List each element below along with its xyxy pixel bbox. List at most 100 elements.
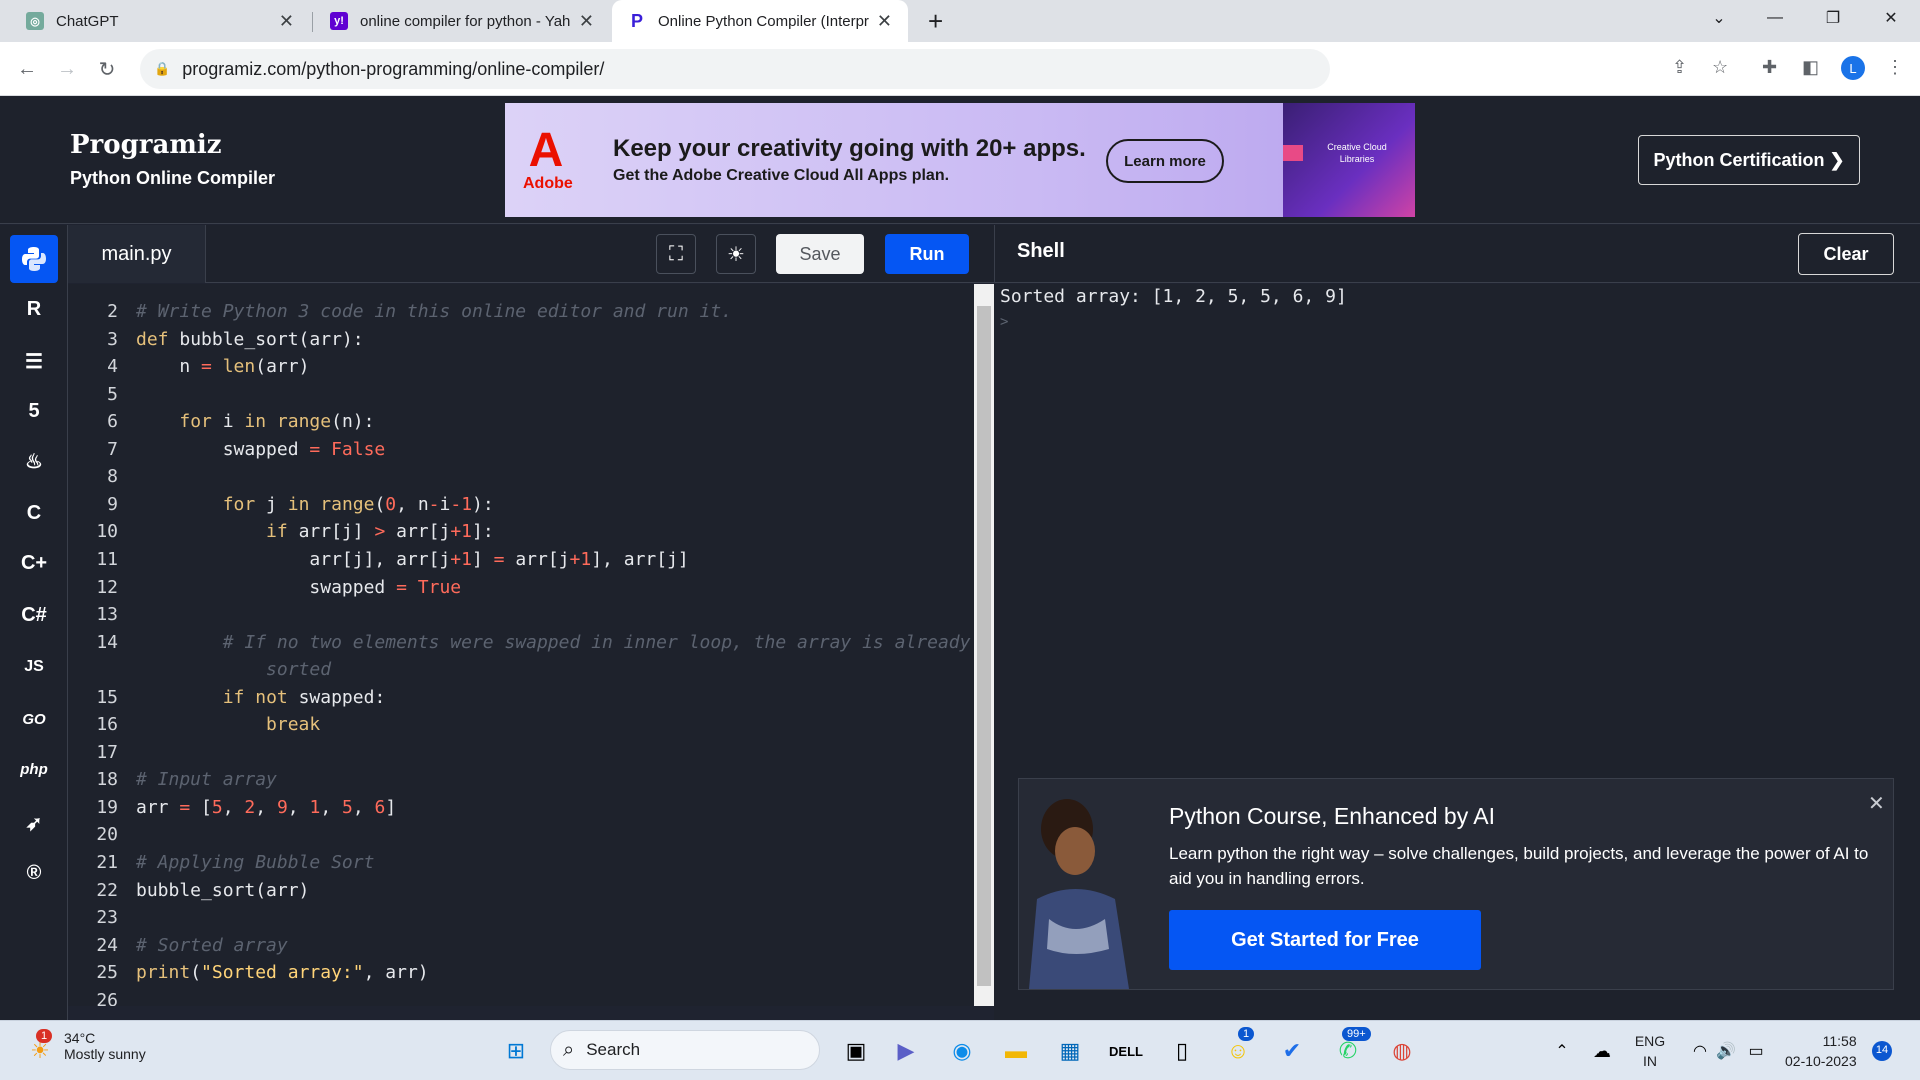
- side-panel-icon[interactable]: ◧: [1802, 57, 1819, 78]
- java-icon[interactable]: ♨: [10, 437, 58, 485]
- task-view-icon[interactable]: ▣: [836, 1031, 876, 1071]
- language-indicator[interactable]: ENG IN: [1630, 1031, 1670, 1071]
- forward-icon[interactable]: →: [52, 54, 82, 84]
- code-line[interactable]: 19 arr = [5, 2, 9, 1, 5, 6]: [68, 794, 968, 822]
- code-line[interactable]: 18 # Input array: [68, 766, 968, 794]
- code-line[interactable]: 20: [68, 821, 968, 849]
- php-icon[interactable]: php: [10, 745, 58, 793]
- start-icon[interactable]: ⊞: [496, 1031, 536, 1071]
- weather-desc: Mostly sunny: [64, 1046, 146, 1062]
- sql-database-icon[interactable]: ☰: [10, 337, 58, 385]
- extensions-icon[interactable]: ✚: [1762, 57, 1777, 78]
- battery-icon[interactable]: ▭: [1736, 1031, 1776, 1071]
- python-icon[interactable]: [10, 235, 58, 283]
- close-tab-icon[interactable]: ✕: [877, 11, 892, 32]
- fullscreen-icon[interactable]: ⛶: [656, 234, 696, 274]
- file-tab-main-py[interactable]: main.py: [68, 225, 206, 283]
- file-explorer-icon[interactable]: ▬: [996, 1031, 1036, 1071]
- onedrive-icon[interactable]: ☁: [1582, 1031, 1622, 1071]
- swift-icon[interactable]: ➶: [10, 799, 58, 847]
- show-hidden-icons[interactable]: ⌃: [1542, 1031, 1582, 1071]
- code-line[interactable]: 12 swapped = True: [68, 574, 968, 602]
- code-line[interactable]: 17: [68, 739, 968, 767]
- tab-chatgpt[interactable]: ◎ ChatGPT ✕: [10, 0, 310, 42]
- clear-button[interactable]: Clear: [1798, 233, 1894, 275]
- javascript-icon[interactable]: JS: [10, 643, 58, 691]
- dell-icon[interactable]: DELL: [1106, 1031, 1146, 1071]
- code-line[interactable]: 11 arr[j], arr[j+1] = arr[j+1], arr[j]: [68, 546, 968, 574]
- ad-learn-more-button[interactable]: Learn more: [1106, 139, 1224, 183]
- code-line[interactable]: 22 bubble_sort(arr): [68, 877, 968, 905]
- html5-icon[interactable]: 5: [10, 387, 58, 435]
- close-tab-icon[interactable]: ✕: [279, 11, 294, 32]
- adobe-ad-banner[interactable]: A Adobe Keep your creativity going with …: [505, 103, 1415, 217]
- reload-icon[interactable]: ↻: [92, 54, 122, 84]
- get-started-button[interactable]: Get Started for Free: [1169, 910, 1481, 970]
- code-line[interactable]: 7 swapped = False: [68, 436, 968, 464]
- run-button[interactable]: Run: [885, 234, 969, 274]
- code-line[interactable]: 23: [68, 904, 968, 932]
- code-line[interactable]: 15 if not swapped:: [68, 684, 968, 712]
- scrollbar-thumb[interactable]: [977, 306, 991, 986]
- profile-avatar[interactable]: L: [1841, 56, 1865, 80]
- csharp-icon[interactable]: C#: [10, 591, 58, 639]
- go-icon[interactable]: GO: [10, 695, 58, 743]
- url-text[interactable]: programiz.com/python-programming/online-…: [182, 59, 604, 80]
- save-button[interactable]: Save: [776, 234, 864, 274]
- tab-title: Online Python Compiler (Interpr: [658, 12, 869, 30]
- weather-widget[interactable]: 34°C Mostly sunny: [64, 1030, 146, 1062]
- code-line[interactable]: 6 for i in range(n):: [68, 408, 968, 436]
- close-window-button[interactable]: ✕: [1868, 0, 1914, 36]
- ad-side-image: Creative Cloud Libraries: [1283, 103, 1415, 217]
- code-line[interactable]: 9 for j in range(0, n-i-1):: [68, 491, 968, 519]
- code-line[interactable]: 16 break: [68, 711, 968, 739]
- theme-toggle-icon[interactable]: ☀: [716, 234, 756, 274]
- shell-prompt[interactable]: >: [1000, 314, 1008, 330]
- c-language-icon[interactable]: C: [10, 489, 58, 537]
- system-clock[interactable]: 11:58 02-10-2023: [1785, 1031, 1857, 1071]
- code-line[interactable]: sorted: [68, 656, 968, 684]
- code-line[interactable]: 14 # If no two elements were swapped in …: [68, 629, 970, 657]
- code-line[interactable]: 3 def bubble_sort(arr):: [68, 326, 968, 354]
- maximize-button[interactable]: ❐: [1810, 0, 1856, 36]
- menu-icon[interactable]: ⋮: [1886, 57, 1904, 78]
- share-icon[interactable]: ⇪: [1672, 57, 1687, 78]
- bookmark-star-icon[interactable]: ☆: [1712, 57, 1728, 78]
- code-line[interactable]: 25 print("Sorted array:", arr): [68, 959, 968, 987]
- code-line[interactable]: 4 n = len(arr): [68, 353, 968, 381]
- code-line[interactable]: 10 if arr[j] > arr[j+1]:: [68, 518, 968, 546]
- line-number: 12: [96, 576, 118, 598]
- back-icon[interactable]: ←: [12, 54, 42, 84]
- tab-search-icon[interactable]: ⌄: [1696, 0, 1742, 36]
- code-line[interactable]: 2 # Write Python 3 code in this online ed…: [68, 298, 968, 326]
- code-line[interactable]: 5: [68, 381, 968, 409]
- cpp-icon[interactable]: C+: [10, 539, 58, 587]
- programiz-logo[interactable]: Programiz: [70, 130, 221, 160]
- taskbar-search[interactable]: ⌕ Search: [550, 1030, 820, 1070]
- notepad-icon[interactable]: ▯: [1162, 1031, 1202, 1071]
- close-icon[interactable]: ✕: [1868, 791, 1885, 816]
- code-line[interactable]: 13: [68, 601, 968, 629]
- tab-programiz[interactable]: P Online Python Compiler (Interpr ✕: [612, 0, 908, 42]
- notification-count[interactable]: 14: [1872, 1041, 1892, 1061]
- tab-yahoo[interactable]: y! online compiler for python - Yah ✕: [314, 0, 610, 42]
- todo-icon[interactable]: ✔: [1272, 1031, 1312, 1071]
- omnibox[interactable]: 🔒 programiz.com/python-programming/onlin…: [140, 49, 1330, 89]
- code-line[interactable]: 21 # Applying Bubble Sort: [68, 849, 968, 877]
- python-certification-button[interactable]: Python Certification ❯: [1638, 135, 1860, 185]
- code-editor[interactable]: 2 # Write Python 3 code in this online ed…: [68, 284, 974, 1006]
- code-line[interactable]: 24 # Sorted array: [68, 932, 968, 960]
- rust-icon[interactable]: ®: [10, 849, 58, 897]
- teams-icon[interactable]: ▶: [886, 1031, 926, 1071]
- chrome-icon[interactable]: ◍: [1382, 1031, 1422, 1071]
- editor-scrollbar[interactable]: [974, 284, 994, 1006]
- code-line[interactable]: 8: [68, 463, 968, 491]
- store-icon[interactable]: ▦: [1050, 1031, 1090, 1071]
- new-tab-button[interactable]: +: [912, 0, 956, 42]
- code-text: swapped = False: [136, 438, 386, 460]
- close-tab-icon[interactable]: ✕: [579, 11, 594, 32]
- r-language-icon[interactable]: R: [10, 285, 58, 333]
- minimize-button[interactable]: —: [1752, 0, 1798, 36]
- code-line[interactable]: 26: [68, 987, 968, 1006]
- edge-icon[interactable]: ◉: [942, 1031, 982, 1071]
